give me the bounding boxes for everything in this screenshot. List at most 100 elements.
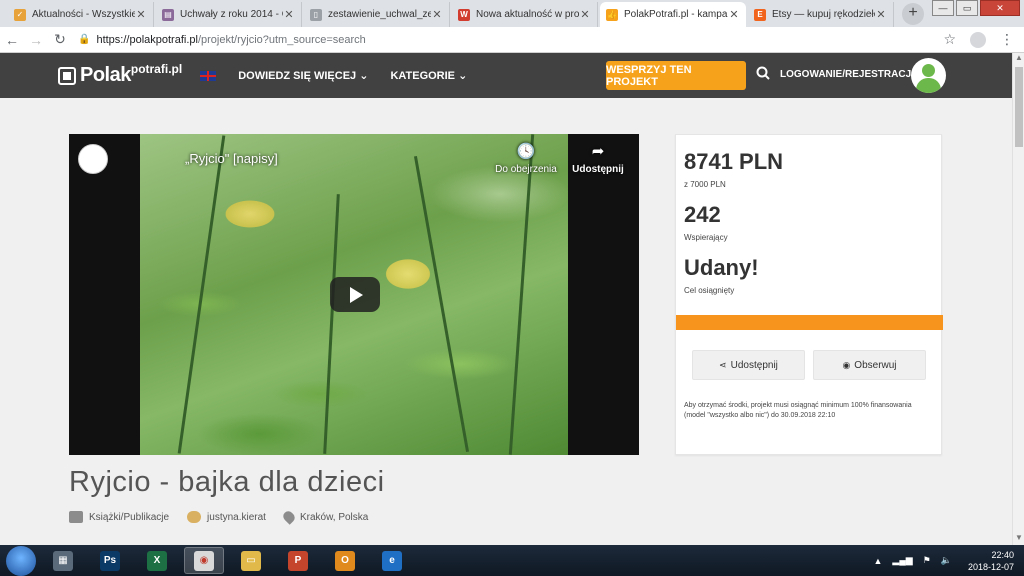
window-controls: — ▭ ✕: [930, 0, 1020, 16]
ie-icon: e: [382, 550, 402, 571]
taskbar-ie-button[interactable]: e: [372, 547, 412, 574]
nav-learn-more[interactable]: DOWIEDZ SIĘ WIĘCEJ ⌄: [238, 69, 368, 82]
browser-tab[interactable]: ▯ zestawienie_uchwal_zeb ✕: [304, 2, 450, 27]
window-close-button[interactable]: ✕: [980, 0, 1020, 16]
chrome-icon: ◉: [194, 550, 214, 571]
back-button[interactable]: ←: [0, 32, 24, 48]
author-link[interactable]: justyna.kierat: [187, 511, 266, 523]
windows-taskbar: ▦ Ps X ◉ ▭ P Oe ▲ ▂▄▆ ⚑ 🔈 22:40 2018-12-07: [0, 545, 1024, 576]
logo-word: Polak: [80, 64, 131, 86]
tab-title: PolakPotrafi.pl - kampan: [624, 9, 728, 20]
play-button[interactable]: [330, 277, 380, 312]
browser-tab[interactable]: 👍 PolakPotrafi.pl - kampan ✕: [600, 2, 746, 27]
url-path: /projekt/ryjcio?utm_source=search: [197, 33, 366, 46]
browser-tab[interactable]: ▤ Uchwały z roku 2014 - C ✕: [156, 2, 302, 27]
chevron-down-icon: ⌄: [458, 70, 468, 82]
clock-icon: 🕓: [516, 143, 536, 160]
lock-icon[interactable]: 🔒: [78, 34, 90, 45]
page-scrollbar[interactable]: ▲ ▼: [1012, 53, 1024, 545]
powerpoint-icon: P: [288, 550, 308, 571]
category-link[interactable]: Książki/Publikacje: [69, 511, 169, 523]
browser-tab-strip: ✓ Aktualności - Wszystkie ✕ ▤ Uchwały z roku…: [0, 0, 1024, 27]
tray-arrow-icon[interactable]: ▲: [874, 556, 883, 566]
tab-favicon-icon: E: [754, 8, 766, 21]
share-project-button[interactable]: ⋖ Udostępnij: [692, 350, 805, 380]
taskbar-outlook-button[interactable]: O: [325, 547, 365, 574]
funding-progress-bar: [676, 315, 943, 330]
channel-avatar[interactable]: [78, 144, 108, 174]
outlook-icon: O: [335, 550, 355, 571]
network-icon[interactable]: ▂▄▆: [892, 555, 912, 566]
location-link[interactable]: Kraków, Polska: [281, 509, 368, 525]
scroll-down-arrow-icon: ▼: [1015, 533, 1023, 542]
site-logo[interactable]: Polak potrafi.pl: [58, 61, 183, 87]
taskbar-excel-button[interactable]: X: [137, 547, 177, 574]
tab-close-icon[interactable]: ✕: [579, 8, 591, 21]
funding-goal: z 7000 PLN: [684, 180, 726, 189]
video-title[interactable]: „Ryjcio" [napisy]: [185, 151, 278, 166]
clock[interactable]: 22:40 2018-12-07: [968, 549, 1014, 573]
explorer-icon: ▭: [241, 550, 261, 571]
tab-close-icon[interactable]: ✕: [283, 8, 295, 21]
minimize-button[interactable]: —: [932, 0, 954, 16]
volume-icon[interactable]: 🔈: [941, 555, 952, 566]
start-button[interactable]: [6, 545, 36, 576]
tab-close-icon[interactable]: ✕: [431, 8, 443, 21]
share-icon: ⋖: [719, 359, 727, 370]
taskbar-explorer-button[interactable]: ▭: [231, 547, 271, 574]
follow-project-button[interactable]: ◉ Obserwuj: [813, 350, 926, 380]
scanner-icon: ▦: [53, 550, 73, 571]
browser-menu-icon[interactable]: ⋮: [1000, 31, 1014, 48]
video-share-button[interactable]: ➦ Udostępnij: [569, 143, 627, 176]
project-meta: Książki/Publikacje justyna.kierat Kraków…: [69, 509, 386, 525]
tab-close-icon[interactable]: ✕: [875, 8, 887, 21]
tab-title: Etsy — kupuj rękodzieło: [772, 9, 875, 20]
taskbar-scanner-button[interactable]: ▦: [43, 547, 83, 574]
location-pin-icon: [281, 509, 297, 525]
thumbs-up-logo-icon: [58, 66, 76, 85]
nav-categories[interactable]: KATEGORIE ⌄: [390, 69, 467, 82]
excel-icon: X: [147, 550, 167, 571]
login-register-link[interactable]: LOGOWANIE/REJESTRACJA: [780, 69, 918, 80]
browser-tab[interactable]: E Etsy — kupuj rękodzieło ✕: [748, 2, 894, 27]
system-tray: ▲ ▂▄▆ ⚑ 🔈 22:40 2018-12-07: [874, 545, 1015, 576]
logo-sup: potrafi.pl: [130, 61, 183, 76]
reload-button[interactable]: ↻: [48, 31, 72, 48]
search-icon[interactable]: [756, 66, 770, 80]
taskbar-photoshop-button[interactable]: Ps: [90, 547, 130, 574]
chevron-down-icon: ⌄: [359, 70, 369, 82]
author-avatar-icon: [187, 511, 202, 523]
tab-favicon-icon: ✓: [14, 8, 26, 21]
bookmark-star-icon[interactable]: ☆: [943, 31, 956, 48]
tab-close-icon[interactable]: ✕: [728, 8, 740, 21]
browser-tab[interactable]: W Nowa aktualność w proj ✕: [452, 2, 598, 27]
tab-title: Uchwały z roku 2014 - C: [180, 9, 283, 20]
taskbar-chrome-button[interactable]: ◉: [184, 547, 224, 574]
support-project-button[interactable]: WESPRZYJ TEN PROJEKT: [606, 61, 746, 90]
tag-icon: [69, 511, 83, 523]
forward-button[interactable]: →: [24, 32, 48, 48]
tab-favicon-icon: 👍: [606, 8, 618, 21]
uk-flag-icon[interactable]: [200, 70, 217, 81]
funding-progress-fill: [676, 315, 943, 330]
new-tab-button[interactable]: +: [902, 3, 924, 25]
tab-favicon-icon: W: [458, 8, 470, 21]
taskbar-powerpoint-button[interactable]: P: [278, 547, 318, 574]
browser-tab[interactable]: ✓ Aktualności - Wszystkie ✕: [8, 2, 154, 27]
backers-count: 242: [684, 202, 721, 227]
tab-title: Aktualności - Wszystkie: [32, 9, 135, 20]
maximize-button[interactable]: ▭: [956, 0, 978, 16]
amount-raised: 8741 PLN: [684, 149, 784, 174]
funding-card: 8741 PLN z 7000 PLN 242 Wspierający Udan…: [675, 134, 943, 455]
tab-title: Nowa aktualność w proj: [476, 9, 579, 20]
flag-icon[interactable]: ⚑: [923, 555, 931, 566]
url-input[interactable]: 🔒 https://polakpotrafi.pl/projekt/ryjcio…: [78, 29, 943, 51]
scrollbar-thumb: [1015, 67, 1023, 147]
share-arrow-icon: ➦: [591, 143, 605, 160]
tab-close-icon[interactable]: ✕: [135, 8, 147, 21]
tab-title: zestawienie_uchwal_zeb: [328, 9, 431, 20]
profile-icon[interactable]: [970, 31, 986, 48]
video-player[interactable]: „Ryjcio" [napisy] 🕓 Do obejrzenia ➦ Udos…: [69, 134, 639, 455]
user-avatar[interactable]: [911, 58, 946, 93]
watch-later-button[interactable]: 🕓 Do obejrzenia: [493, 143, 559, 176]
